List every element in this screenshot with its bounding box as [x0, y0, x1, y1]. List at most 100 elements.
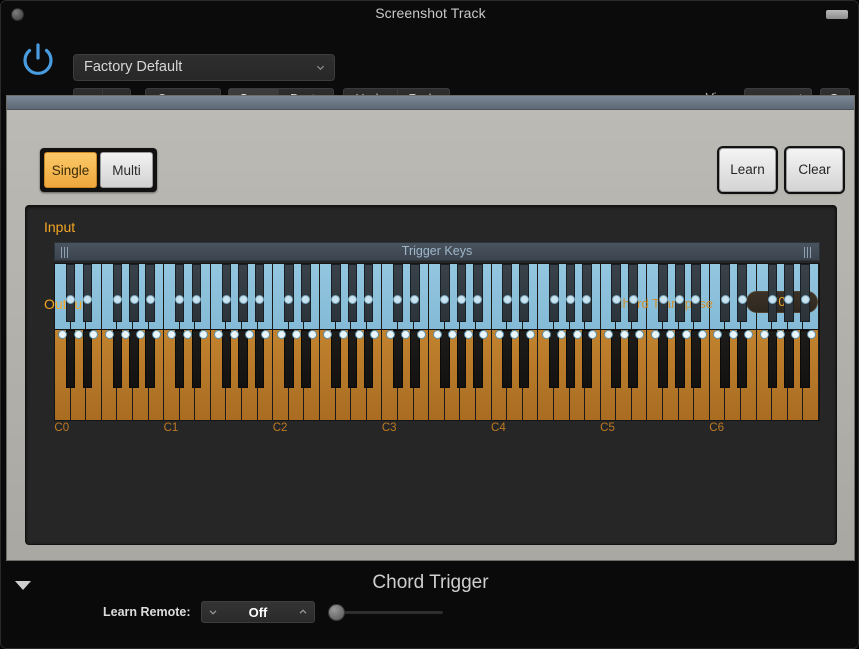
- black-key-dot[interactable]: [83, 295, 92, 304]
- white-key-dot[interactable]: [183, 330, 192, 339]
- black-key[interactable]: [83, 330, 93, 388]
- black-key[interactable]: [129, 264, 139, 322]
- black-key[interactable]: [457, 264, 467, 322]
- grip-lines-icon[interactable]: [804, 247, 813, 258]
- power-icon[interactable]: [17, 39, 59, 81]
- black-key[interactable]: [192, 264, 202, 322]
- black-key[interactable]: [393, 330, 403, 388]
- black-key[interactable]: [175, 330, 185, 388]
- black-key-dot[interactable]: [550, 295, 559, 304]
- black-key[interactable]: [519, 264, 529, 322]
- black-key-dot[interactable]: [113, 295, 122, 304]
- black-key[interactable]: [549, 330, 559, 388]
- white-key-dot[interactable]: [448, 330, 457, 339]
- window-resize-icon[interactable]: [826, 10, 848, 19]
- black-key-dot[interactable]: [801, 295, 810, 304]
- clear-button[interactable]: Clear: [786, 148, 843, 192]
- black-key[interactable]: [348, 264, 358, 322]
- black-key[interactable]: [410, 264, 420, 322]
- black-key-dot[interactable]: [768, 295, 777, 304]
- white-key-dot[interactable]: [604, 330, 613, 339]
- preset-dropdown[interactable]: Factory Default: [73, 54, 335, 81]
- white-key-dot[interactable]: [230, 330, 239, 339]
- black-key-dot[interactable]: [239, 295, 248, 304]
- white-key-dot[interactable]: [682, 330, 691, 339]
- black-key[interactable]: [628, 330, 638, 388]
- black-key[interactable]: [348, 330, 358, 388]
- black-key[interactable]: [628, 264, 638, 322]
- mode-multi-button[interactable]: Multi: [100, 152, 153, 188]
- white-key-dot[interactable]: [542, 330, 551, 339]
- learn-remote-stepper[interactable]: Off: [201, 601, 315, 623]
- black-key[interactable]: [800, 330, 810, 388]
- black-key[interactable]: [129, 330, 139, 388]
- white-key-dot[interactable]: [760, 330, 769, 339]
- black-key[interactable]: [611, 330, 621, 388]
- white-key-dot[interactable]: [464, 330, 473, 339]
- black-key[interactable]: [255, 264, 265, 322]
- black-key[interactable]: [768, 330, 778, 388]
- black-key[interactable]: [364, 264, 374, 322]
- black-key[interactable]: [66, 330, 76, 388]
- black-key[interactable]: [440, 264, 450, 322]
- black-key[interactable]: [145, 264, 155, 322]
- black-key[interactable]: [611, 264, 621, 322]
- black-key[interactable]: [768, 264, 778, 322]
- black-key-dot[interactable]: [659, 295, 668, 304]
- black-key[interactable]: [83, 264, 93, 322]
- white-key-dot[interactable]: [121, 330, 130, 339]
- white-key-dot[interactable]: [495, 330, 504, 339]
- black-key-dot[interactable]: [457, 295, 466, 304]
- white-key-dot[interactable]: [277, 330, 286, 339]
- black-key[interactable]: [222, 264, 232, 322]
- black-key-dot[interactable]: [255, 295, 264, 304]
- white-key-dot[interactable]: [573, 330, 582, 339]
- black-key-dot[interactable]: [364, 295, 373, 304]
- black-key[interactable]: [566, 330, 576, 388]
- black-key[interactable]: [457, 330, 467, 388]
- mode-single-button[interactable]: Single: [44, 152, 97, 188]
- black-key-dot[interactable]: [503, 295, 512, 304]
- black-key-dot[interactable]: [520, 295, 529, 304]
- black-key-dot[interactable]: [721, 295, 730, 304]
- black-key[interactable]: [720, 330, 730, 388]
- learn-button[interactable]: Learn: [719, 148, 776, 192]
- output-keyboard[interactable]: [54, 329, 820, 421]
- black-key-dot[interactable]: [66, 295, 75, 304]
- black-key[interactable]: [800, 264, 810, 322]
- white-key-dot[interactable]: [620, 330, 629, 339]
- white-key-dot[interactable]: [74, 330, 83, 339]
- black-key[interactable]: [691, 330, 701, 388]
- black-key-dot[interactable]: [612, 295, 621, 304]
- black-key[interactable]: [255, 330, 265, 388]
- black-key[interactable]: [145, 330, 155, 388]
- learn-remote-slider-track[interactable]: [328, 611, 443, 614]
- black-key[interactable]: [301, 330, 311, 388]
- black-key[interactable]: [784, 264, 794, 322]
- white-key-dot[interactable]: [776, 330, 785, 339]
- black-key-dot[interactable]: [192, 295, 201, 304]
- black-key[interactable]: [301, 264, 311, 322]
- black-key[interactable]: [519, 330, 529, 388]
- black-key[interactable]: [410, 330, 420, 388]
- white-key-dot[interactable]: [261, 330, 270, 339]
- black-key[interactable]: [393, 264, 403, 322]
- white-key-dot[interactable]: [308, 330, 317, 339]
- white-key-dot[interactable]: [152, 330, 161, 339]
- panel-drag-grip[interactable]: [7, 96, 854, 110]
- black-key[interactable]: [737, 264, 747, 322]
- black-key[interactable]: [502, 264, 512, 322]
- white-key-dot[interactable]: [807, 330, 816, 339]
- white-key-dot[interactable]: [417, 330, 426, 339]
- black-key[interactable]: [549, 264, 559, 322]
- black-key-dot[interactable]: [348, 295, 357, 304]
- black-key[interactable]: [331, 264, 341, 322]
- learn-remote-slider-knob[interactable]: [328, 604, 345, 621]
- black-key-dot[interactable]: [146, 295, 155, 304]
- black-key[interactable]: [113, 264, 123, 322]
- white-key-dot[interactable]: [651, 330, 660, 339]
- black-key[interactable]: [566, 264, 576, 322]
- white-key-dot[interactable]: [199, 330, 208, 339]
- black-key[interactable]: [675, 330, 685, 388]
- black-key[interactable]: [284, 264, 294, 322]
